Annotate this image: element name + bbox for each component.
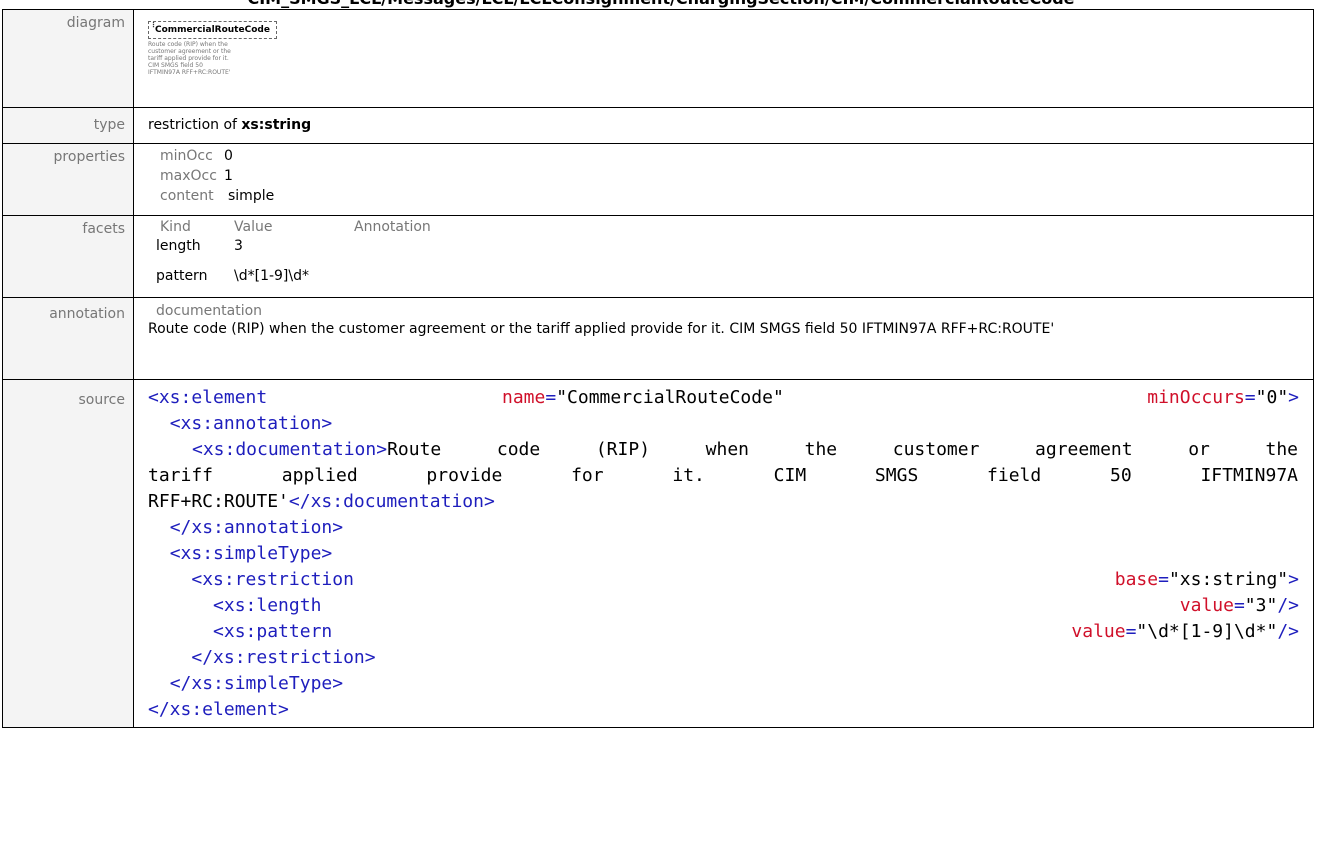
diagram-desc-line: IFTMIN97A RFF+RC:ROUTE' [148,69,231,76]
source-line: <xs:simpleType> [148,541,1313,567]
source-line: <xs:annotation> [148,411,1313,437]
diagram-desc-line: customer agreement or the [148,48,231,55]
source-line: <xs:pattern value="\d*[1-9]\d*"/> [213,621,1299,642]
type-row: type restriction of xs:string [2,107,1314,144]
schema-doc-table: diagram ⋮ CommercialRouteCode Route code… [2,9,1314,728]
type-cell: restriction of xs:string [133,107,1314,144]
row-label-diagram: diagram [2,9,134,108]
source-line: tariff applied provide for it. CIM SMGS … [148,463,1298,489]
annotation-cell: documentation Route code (RIP) when the … [133,297,1314,380]
source-line: </xs:simpleType> [148,671,1313,697]
xml-tag: </xs:restriction> [191,647,376,668]
annotation-doc-title: documentation [156,303,263,319]
xml-tag: <xs:documentation> [192,439,388,460]
xml-tag: <xs:annotation> [169,413,333,434]
property-value: simple [228,188,275,204]
diagram-element-description: Route code (RIP) when the customer agree… [148,41,238,76]
facet-value: \d*[1-9]\d* [234,268,309,284]
xml-text: Route code (RIP) when the customer agree… [387,439,1298,460]
source-line: </xs:annotation> [148,515,1313,541]
xml-tag: </xs:simpleType> [169,673,344,694]
facets-header-annotation: Annotation [354,219,431,235]
xml-attr-name: minOccurs [1147,387,1245,408]
properties-row: properties minOcc 0 maxOcc 1 content sim… [2,143,1314,216]
diagram-element-title: CommercialRouteCode [155,25,270,35]
diagram-row: diagram ⋮ CommercialRouteCode Route code… [2,9,1314,108]
row-label-type: type [2,107,134,144]
facets-header-kind: Kind [160,219,191,235]
row-label-facets: facets [2,215,134,298]
property-value: 0 [224,148,233,164]
property-value: 1 [224,168,233,184]
xml-attr-name: value [1179,595,1234,616]
properties-list: minOcc 0 maxOcc 1 content simple [158,146,1313,206]
facet-row: pattern \d*[1-9]\d* [156,266,1313,286]
facets-cell: Kind Value Annotation length 3 pattern \d*[1… [133,215,1314,298]
type-link[interactable]: xs:string [241,117,311,133]
xml-attr-value: "CommercialRouteCode" [556,387,784,408]
xml-attr-name: value [1071,621,1126,642]
xml-text: tariff applied provide for it. CIM SMGS … [148,465,1298,486]
property-key: content [160,188,214,204]
source-line: <xs:documentation>Route code (RIP) when … [148,437,1298,463]
row-label-source: source [2,379,134,728]
xml-tag: <xs:pattern [213,621,333,642]
properties-cell: minOcc 0 maxOcc 1 content simple [133,143,1314,216]
source-row: source <xs:element name="CommercialRouteC… [2,379,1314,728]
source-line: <xs:element name="CommercialRouteCode" min… [148,387,1299,408]
type-prefix: restriction of [148,117,242,133]
facets-table: Kind Value Annotation length 3 pattern \d*[1… [156,218,1313,286]
xml-tag: <xs:simpleType> [169,543,333,564]
optional-marker-icon: ⋮ [150,21,157,29]
diagram-desc-line: Route code (RIP) when the [148,41,228,48]
xml-attr-value: "xs:string" [1168,569,1289,590]
facet-row: length 3 [156,236,1313,256]
xml-tag: </xs:annotation> [169,517,344,538]
source-code: <xs:element name="CommercialRouteCode" min… [148,383,1313,723]
source-line: <xs:restriction base="xs:string"> [191,569,1299,590]
xml-tag: <xs:restriction [191,569,354,590]
source-line: <xs:length value="3"/> [213,595,1299,616]
diagram-element-box[interactable]: ⋮ CommercialRouteCode [148,21,277,39]
diagram-desc-line: CIM SMGS field 50 [148,62,203,69]
xml-attr-value: "0" [1255,387,1289,408]
facets-header-value: Value [234,219,273,235]
facets-header: Kind Value Annotation [156,218,1313,236]
xml-attr-name: name [502,387,546,408]
xml-attr-value: "3" [1244,595,1278,616]
xml-text: RFF+RC:ROUTE' [148,491,289,512]
source-line: </xs:element> [148,697,1313,723]
source-line: </xs:restriction> [148,645,1313,671]
facets-row: facets Kind Value Annotation length 3 patte… [2,215,1314,298]
source-cell: <xs:element name="CommercialRouteCode" min… [133,379,1314,728]
annotation-row: annotation documentation Route code (RIP… [2,297,1314,380]
xml-tag: <xs:length [213,595,322,616]
xml-tag: <xs:element [148,387,268,408]
xml-tag: </xs:element> [148,699,289,720]
diagram-cell: ⋮ CommercialRouteCode Route code (RIP) w… [133,9,1314,108]
facet-kind: pattern [156,268,208,284]
xml-tag: </xs:documentation> [288,491,495,512]
annotation-doc-text: Route code (RIP) when the customer agree… [148,321,1055,337]
source-line: RFF+RC:ROUTE'</xs:documentation> [148,489,1313,515]
property-key: maxOcc [160,168,217,184]
row-label-annotation: annotation [2,297,134,380]
xml-attr-value: "\d*[1-9]\d*" [1136,621,1278,642]
row-label-properties: properties [2,143,134,216]
property-key: minOcc [160,148,213,164]
diagram-desc-line: tariff applied provide for it. [148,55,229,62]
facet-value: 3 [234,238,243,254]
facet-kind: length [156,238,201,254]
xml-attr-name: base [1114,569,1159,590]
